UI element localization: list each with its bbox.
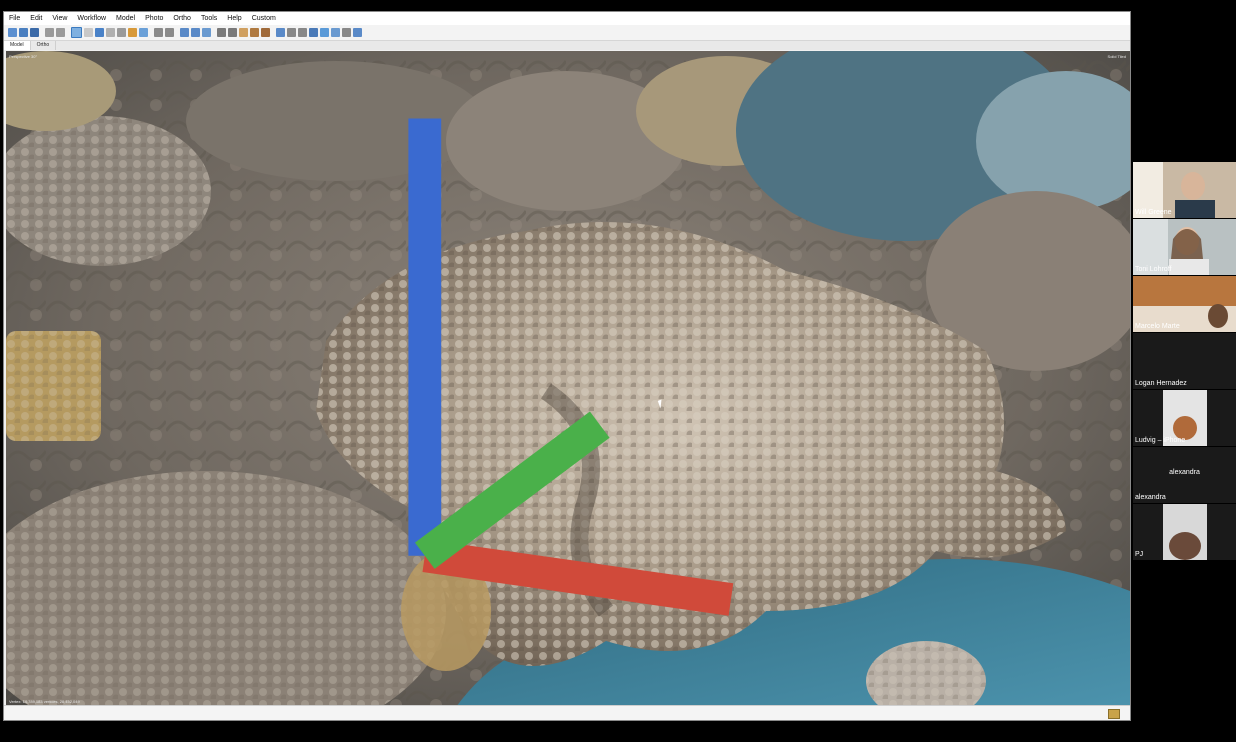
- undo-icon[interactable]: [45, 28, 54, 37]
- crop-selection-icon[interactable]: [165, 28, 174, 37]
- tiled-model-icon[interactable]: [261, 28, 270, 37]
- participant-name: Ludvig – iPhone: [1135, 437, 1186, 444]
- ruler-icon[interactable]: [117, 28, 126, 37]
- participant-tile[interactable]: Toni Lohroff: [1133, 219, 1236, 276]
- show-info-icon[interactable]: [331, 28, 340, 37]
- show-trackball-icon[interactable]: [320, 28, 329, 37]
- menu-bar: File Edit View Workflow Model Photo Orth…: [4, 12, 1130, 25]
- point-cloud-icon[interactable]: [217, 28, 226, 37]
- status-tray-icon[interactable]: [1108, 709, 1120, 719]
- menu-view[interactable]: View: [47, 12, 72, 25]
- navigation-icon[interactable]: [71, 27, 82, 38]
- tab-model[interactable]: Model: [4, 41, 31, 50]
- participant-center-name: alexandra: [1169, 469, 1200, 476]
- participant-tile[interactable]: alexandra alexandra: [1133, 447, 1236, 504]
- participant-name: Toni Lohroff: [1135, 266, 1172, 273]
- participant-name: Logan Hernadez: [1135, 380, 1187, 387]
- menu-ortho[interactable]: Ortho: [168, 12, 196, 25]
- status-bar: [4, 705, 1130, 720]
- participant-tile[interactable]: PJ: [1133, 504, 1236, 561]
- show-markers-icon[interactable]: [287, 28, 296, 37]
- participant-tile[interactable]: Marcelo Marte: [1133, 276, 1236, 333]
- participant-tile[interactable]: Logan Hernadez: [1133, 333, 1236, 390]
- save-icon[interactable]: [30, 28, 39, 37]
- dense-cloud-icon[interactable]: [228, 28, 237, 37]
- perspective-icon[interactable]: [353, 28, 362, 37]
- menu-edit[interactable]: Edit: [25, 12, 47, 25]
- delete-selection-icon[interactable]: [154, 28, 163, 37]
- selection-tools-icon[interactable]: [95, 28, 104, 37]
- zoom-participant-panel: Will Greene Toni Lohroff Marcelo Marte L…: [1133, 162, 1236, 561]
- zoom-in-icon[interactable]: [180, 28, 189, 37]
- open-icon[interactable]: [19, 28, 28, 37]
- participant-name: PJ: [1135, 551, 1144, 558]
- view-tabs: Model Ortho: [4, 41, 1130, 50]
- viewport-stats-label: Vertex: 14,789,183 vertices, 28,452,049: [9, 699, 80, 704]
- redo-icon[interactable]: [56, 28, 65, 37]
- show-shapes-icon[interactable]: [298, 28, 307, 37]
- axis-gizmo-icon: [408, 118, 734, 616]
- metashape-window: File Edit View Workflow Model Photo Orth…: [3, 11, 1131, 721]
- participant-video: [1163, 504, 1207, 560]
- participant-tile[interactable]: Ludvig – iPhone: [1133, 390, 1236, 447]
- show-cameras-icon[interactable]: [276, 28, 285, 37]
- participant-tile[interactable]: Will Greene: [1133, 162, 1236, 219]
- participant-name: alexandra: [1135, 494, 1166, 501]
- reset-view-icon[interactable]: [202, 28, 211, 37]
- menu-tools[interactable]: Tools: [196, 12, 222, 25]
- rectangle-selection-icon[interactable]: [84, 28, 93, 37]
- show-grid-icon[interactable]: [342, 28, 351, 37]
- tab-ortho[interactable]: Ortho: [31, 41, 57, 50]
- model-textured-icon[interactable]: [250, 28, 259, 37]
- menu-model[interactable]: Model: [111, 12, 140, 25]
- move-object-icon[interactable]: [106, 28, 115, 37]
- participant-name: Marcelo Marte: [1135, 323, 1180, 330]
- toolbar: [4, 25, 1130, 41]
- show-region-icon[interactable]: [309, 28, 318, 37]
- zoom-out-icon[interactable]: [191, 28, 200, 37]
- draw-polygon-icon[interactable]: [128, 28, 137, 37]
- menu-custom[interactable]: Custom: [247, 12, 281, 25]
- menu-photo[interactable]: Photo: [140, 12, 168, 25]
- menu-help[interactable]: Help: [222, 12, 246, 25]
- model-shaded-icon[interactable]: [239, 28, 248, 37]
- model-viewport[interactable]: Perspective 30° Solid Tiled Vertex: 14,7…: [6, 51, 1130, 707]
- new-icon[interactable]: [8, 28, 17, 37]
- menu-workflow[interactable]: Workflow: [72, 12, 111, 25]
- participant-name: Will Greene: [1135, 209, 1172, 216]
- shape-icon[interactable]: [139, 28, 148, 37]
- menu-file[interactable]: File: [4, 12, 25, 25]
